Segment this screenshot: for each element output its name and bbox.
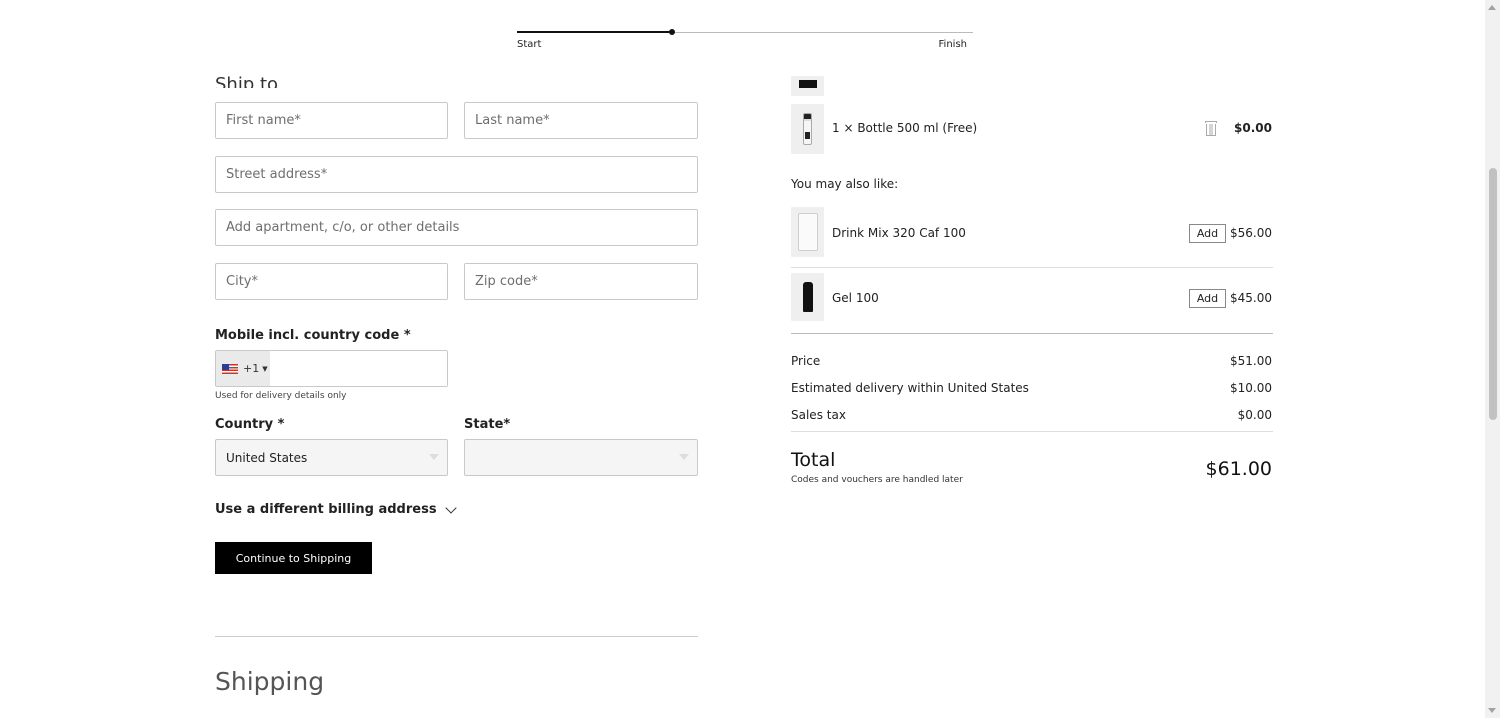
mobile-note: Used for delivery details only <box>215 391 347 401</box>
trash-lid <box>1205 121 1217 123</box>
dropdown-arrow-icon <box>679 454 689 460</box>
summary-divider <box>791 333 1273 334</box>
drink-mix-image <box>797 213 818 251</box>
billing-toggle-label: Use a different billing address <box>215 502 437 517</box>
state-label: State* <box>464 417 511 432</box>
section-divider <box>215 636 698 637</box>
cart-item-name: 1 × Bottle 500 ml (Free) <box>832 121 978 135</box>
total-divider <box>791 431 1273 432</box>
country-code-selector[interactable]: +1 ▼ <box>216 351 270 386</box>
continue-to-shipping-button[interactable]: Continue to Shipping <box>215 542 372 574</box>
suggestion-name: Drink Mix 320 Caf 100 <box>832 226 966 240</box>
apartment-field[interactable] <box>215 209 698 246</box>
country-select-value: United States <box>226 450 308 465</box>
first-name-input[interactable] <box>216 103 447 138</box>
delivery-label: Estimated delivery within United States <box>791 381 1029 395</box>
progress-start-label: Start <box>517 39 542 50</box>
country-label: Country * <box>215 417 285 432</box>
street-address-input[interactable] <box>216 157 697 192</box>
recommendations-heading: You may also like: <box>791 177 899 191</box>
zip-code-field[interactable] <box>464 263 698 300</box>
scroll-down-icon[interactable] <box>1488 708 1496 713</box>
zip-code-input[interactable] <box>465 264 697 299</box>
add-gel-button[interactable]: Add <box>1189 289 1226 308</box>
mobile-field[interactable]: +1 ▼ <box>215 350 448 387</box>
checkout-progress: Start Finish <box>517 24 973 54</box>
trash-icon[interactable] <box>1205 121 1217 136</box>
add-drink-mix-button[interactable]: Add <box>1189 224 1226 243</box>
section-heading-ship-to: Ship to <box>215 74 279 88</box>
product-image <box>798 80 817 88</box>
suggestion-price: $45.00 <box>1230 291 1272 305</box>
total-value: $61.00 <box>1205 458 1272 480</box>
state-select[interactable] <box>464 439 698 476</box>
mobile-label: Mobile incl. country code * <box>215 328 411 343</box>
gel-thumbnail <box>791 273 824 321</box>
street-address-field[interactable] <box>215 156 698 193</box>
last-name-field[interactable] <box>464 102 698 139</box>
country-select[interactable]: United States <box>215 439 448 476</box>
trash-can <box>1206 124 1216 136</box>
total-note: Codes and vouchers are handled later <box>791 475 963 485</box>
progress-marker <box>669 29 676 35</box>
suggestion-name: Gel 100 <box>832 291 879 305</box>
product-thumbnail <box>791 76 824 96</box>
chevron-down-icon <box>444 501 457 514</box>
list-divider <box>791 267 1273 268</box>
country-code-value: +1 <box>243 362 260 375</box>
scroll-up-icon[interactable] <box>1488 5 1496 10</box>
sales-tax-label: Sales tax <box>791 408 846 422</box>
price-value: $51.00 <box>1230 354 1272 368</box>
progress-fill <box>517 31 673 33</box>
drink-mix-thumbnail <box>791 207 824 257</box>
different-billing-toggle[interactable]: Use a different billing address <box>215 501 457 517</box>
gel-image <box>802 282 813 312</box>
total-label: Total <box>791 449 836 471</box>
mobile-input[interactable] <box>270 351 447 386</box>
page-scrollbar[interactable] <box>1485 0 1500 718</box>
bottle-thumbnail <box>791 104 824 154</box>
progress-finish-label: Finish <box>938 39 967 50</box>
scrollbar-thumb[interactable] <box>1489 168 1497 420</box>
suggestion-price: $56.00 <box>1230 226 1272 240</box>
sales-tax-value: $0.00 <box>1237 408 1272 422</box>
city-field[interactable] <box>215 263 448 300</box>
dropdown-arrow-icon <box>429 454 439 460</box>
delivery-value: $10.00 <box>1230 381 1272 395</box>
apartment-input[interactable] <box>216 210 697 245</box>
bottle-image <box>803 113 812 145</box>
last-name-input[interactable] <box>465 103 697 138</box>
price-label: Price <box>791 354 821 368</box>
us-flag-icon <box>222 363 238 374</box>
caret-down-icon: ▼ <box>262 364 268 373</box>
shipping-heading: Shipping <box>215 667 325 696</box>
city-input[interactable] <box>216 264 447 299</box>
cart-item-price: $0.00 <box>1234 121 1272 135</box>
first-name-field[interactable] <box>215 102 448 139</box>
